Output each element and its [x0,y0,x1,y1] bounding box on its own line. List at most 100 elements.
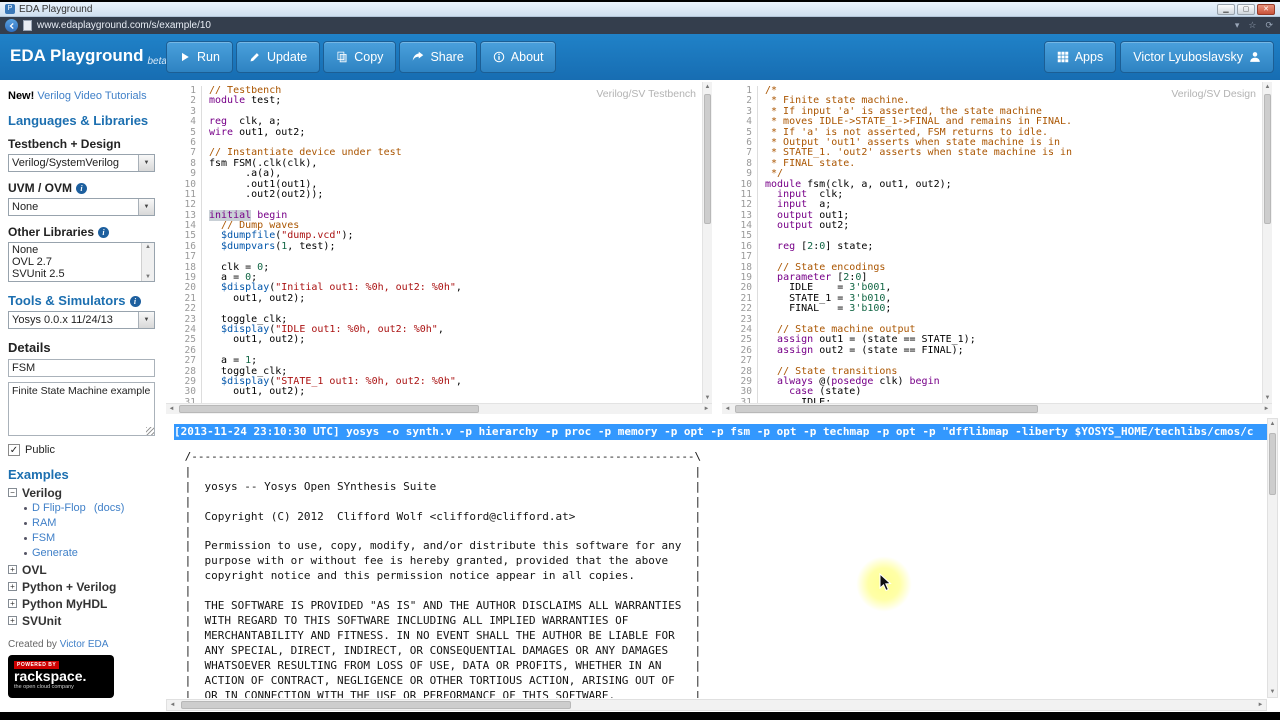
url-dropdown-icon[interactable]: ▾ [1233,20,1242,31]
example-link-fsm[interactable]: FSM [24,532,155,544]
code-line[interactable]: assign out2 = (state == FINAL); [765,345,1260,356]
console-command-line[interactable]: [2013-11-24 23:10:30 UTC] yosys -o synth… [174,424,1268,440]
info-icon[interactable]: i [129,296,141,307]
testbench-language-select[interactable]: Verilog/SystemVerilog ▼ [8,154,155,172]
example-link-ram[interactable]: RAM [24,517,155,529]
expand-icon[interactable]: + [8,616,17,625]
code-line[interactable]: fsm FSM(.clk(clk), [209,158,700,169]
info-icon[interactable]: i [76,183,88,194]
library-option-none[interactable]: None [9,244,141,256]
listbox-scrollbar[interactable]: ▲ ▼ [141,243,154,281]
user-button[interactable]: Victor Lyuboslavsky [1120,41,1274,73]
copy-button[interactable]: Copy [323,41,397,73]
example-group-python-myhdl[interactable]: + Python MyHDL [8,597,155,611]
collapse-icon[interactable]: − [8,488,17,497]
scroll-left-icon[interactable]: ◄ [167,700,178,710]
scroll-down-icon[interactable]: ▼ [145,274,151,280]
app-logo[interactable]: EDA Playground beta [10,46,167,67]
console-horizontal-scrollbar[interactable]: ◄ ► [166,699,1267,711]
design-code[interactable]: /* * Finite state machine. * If input 'a… [765,86,1260,406]
example-group-verilog[interactable]: − Verilog [8,486,155,500]
scroll-left-icon[interactable]: ◄ [722,404,733,414]
expand-icon[interactable]: + [8,582,17,591]
expand-icon[interactable]: + [8,599,17,608]
uvm-ovm-select[interactable]: None ▼ [8,198,155,216]
code-line[interactable]: out1, out2); [209,335,700,345]
update-button[interactable]: Update [235,41,321,73]
simulator-select[interactable]: Yosys 0.0.x 11/24/13 ▼ [8,311,155,329]
code-line[interactable] [209,346,700,356]
description-textarea[interactable]: Finite State Machine example [8,382,155,436]
code-line[interactable] [209,107,700,117]
rackspace-logo[interactable]: POWERED BY rackspace. the open cloud com… [8,655,114,698]
code-line[interactable]: wire out1, out2; [209,127,700,138]
scroll-down-icon[interactable]: ▼ [1268,689,1277,695]
scroll-left-icon[interactable]: ◄ [166,404,177,414]
code-line[interactable]: input clk; [765,189,1260,200]
design-editor[interactable]: 1 2 3 4 5 6 7 8 9 10 11 12 13 14 15 16 17 18 19 20 21 22 23 24 2… [722,82,1272,414]
share-button[interactable]: Share [399,41,477,73]
header-right-buttons: Apps Victor Lyuboslavsky [1043,41,1274,73]
vertical-scrollbar[interactable]: ▲ ▼ [1262,82,1272,403]
scroll-up-icon[interactable]: ▲ [145,244,151,250]
about-button[interactable]: About [479,41,557,73]
horizontal-scrollbar[interactable]: ◄ ► [722,403,1272,414]
code-line[interactable] [209,252,700,262]
scrollbar-thumb[interactable] [179,405,480,413]
scrollbar-thumb[interactable] [1264,94,1271,224]
video-tutorials-link[interactable]: Verilog Video Tutorials [37,90,146,102]
library-option-svunit-2-5[interactable]: SVUnit 2.5 [9,268,141,280]
bookmark-star-icon[interactable]: ☆ [1246,20,1258,31]
console-output[interactable]: /---------------------------------------… [178,450,1260,698]
docs-link[interactable]: (docs) [91,502,125,514]
window-maximize-button[interactable]: ▢ [1237,3,1255,15]
console-vertical-scrollbar[interactable]: ▲ ▼ [1267,418,1278,698]
scroll-down-icon[interactable]: ▼ [1263,395,1272,401]
scrollbar-thumb[interactable] [181,701,571,709]
scrollbar-thumb[interactable] [735,405,1038,413]
code-line[interactable]: FINAL = 3'b100; [765,304,1260,314]
resize-grip-icon[interactable] [146,427,154,435]
window-minimize-button[interactable]: ▁ [1217,3,1235,15]
scrollbar-thumb[interactable] [1269,433,1276,495]
library-option-ovl-2-7[interactable]: OVL 2.7 [9,256,141,268]
testbench-code[interactable]: // Testbench module test; reg clk, a; wire … [209,86,700,406]
run-button[interactable]: Run [166,41,233,73]
example-group-python-verilog[interactable]: + Python + Verilog [8,580,155,594]
other-libraries-listbox[interactable]: None OVL 2.7 SVUnit 2.5 ▲ ▼ [8,242,155,282]
refresh-icon[interactable]: ⟳ [1263,20,1275,31]
public-checkbox[interactable]: ✓ [8,444,20,456]
example-group-ovl[interactable]: + OVL [8,563,155,577]
info-icon[interactable]: i [98,227,110,238]
code-line[interactable]: .out2(out2)); [209,189,700,200]
horizontal-scrollbar[interactable]: ◄ ► [166,403,712,414]
code-line[interactable]: reg [2:0] state; [765,241,1260,252]
code-line[interactable]: out1, out2); [209,387,700,397]
example-group-svunit[interactable]: + SVUnit [8,614,155,628]
url-text[interactable]: www.edaplayground.com/s/example/10 [37,20,1228,31]
code-line[interactable]: $dumpvars(1, test); [209,241,700,252]
back-button[interactable] [5,19,18,32]
scrollbar-thumb[interactable] [704,94,711,224]
code-line[interactable]: * FINAL state. [765,158,1260,169]
expand-icon[interactable]: + [8,565,17,574]
scroll-up-icon[interactable]: ▲ [1268,421,1277,427]
design-name-input[interactable] [8,359,155,377]
victor-eda-link[interactable]: Victor EDA [60,639,109,650]
scroll-right-icon[interactable]: ► [701,404,712,414]
apps-button[interactable]: Apps [1043,41,1117,73]
scroll-right-icon[interactable]: ► [1255,700,1266,710]
code-line[interactable]: clk = 0; [209,262,700,273]
example-link-generate[interactable]: Generate [24,547,155,559]
example-link-d-flip-flop[interactable]: D Flip-Flop (docs) [24,502,155,514]
code-line[interactable]: output out2; [765,220,1260,231]
scroll-right-icon[interactable]: ► [1261,404,1272,414]
scroll-up-icon[interactable]: ▲ [1263,84,1272,90]
scroll-down-icon[interactable]: ▼ [703,395,712,401]
window-close-button[interactable]: ✕ [1257,3,1275,15]
code-line[interactable]: out1, out2); [209,293,700,304]
code-line[interactable]: case (state) [765,387,1260,397]
scroll-up-icon[interactable]: ▲ [703,84,712,90]
testbench-editor[interactable]: 1 2 3 4 5 6 7 8 9 10 11 12 13 14 15 16 17 18 19 20 21 22 23 24 2… [166,82,712,414]
vertical-scrollbar[interactable]: ▲ ▼ [702,82,712,403]
